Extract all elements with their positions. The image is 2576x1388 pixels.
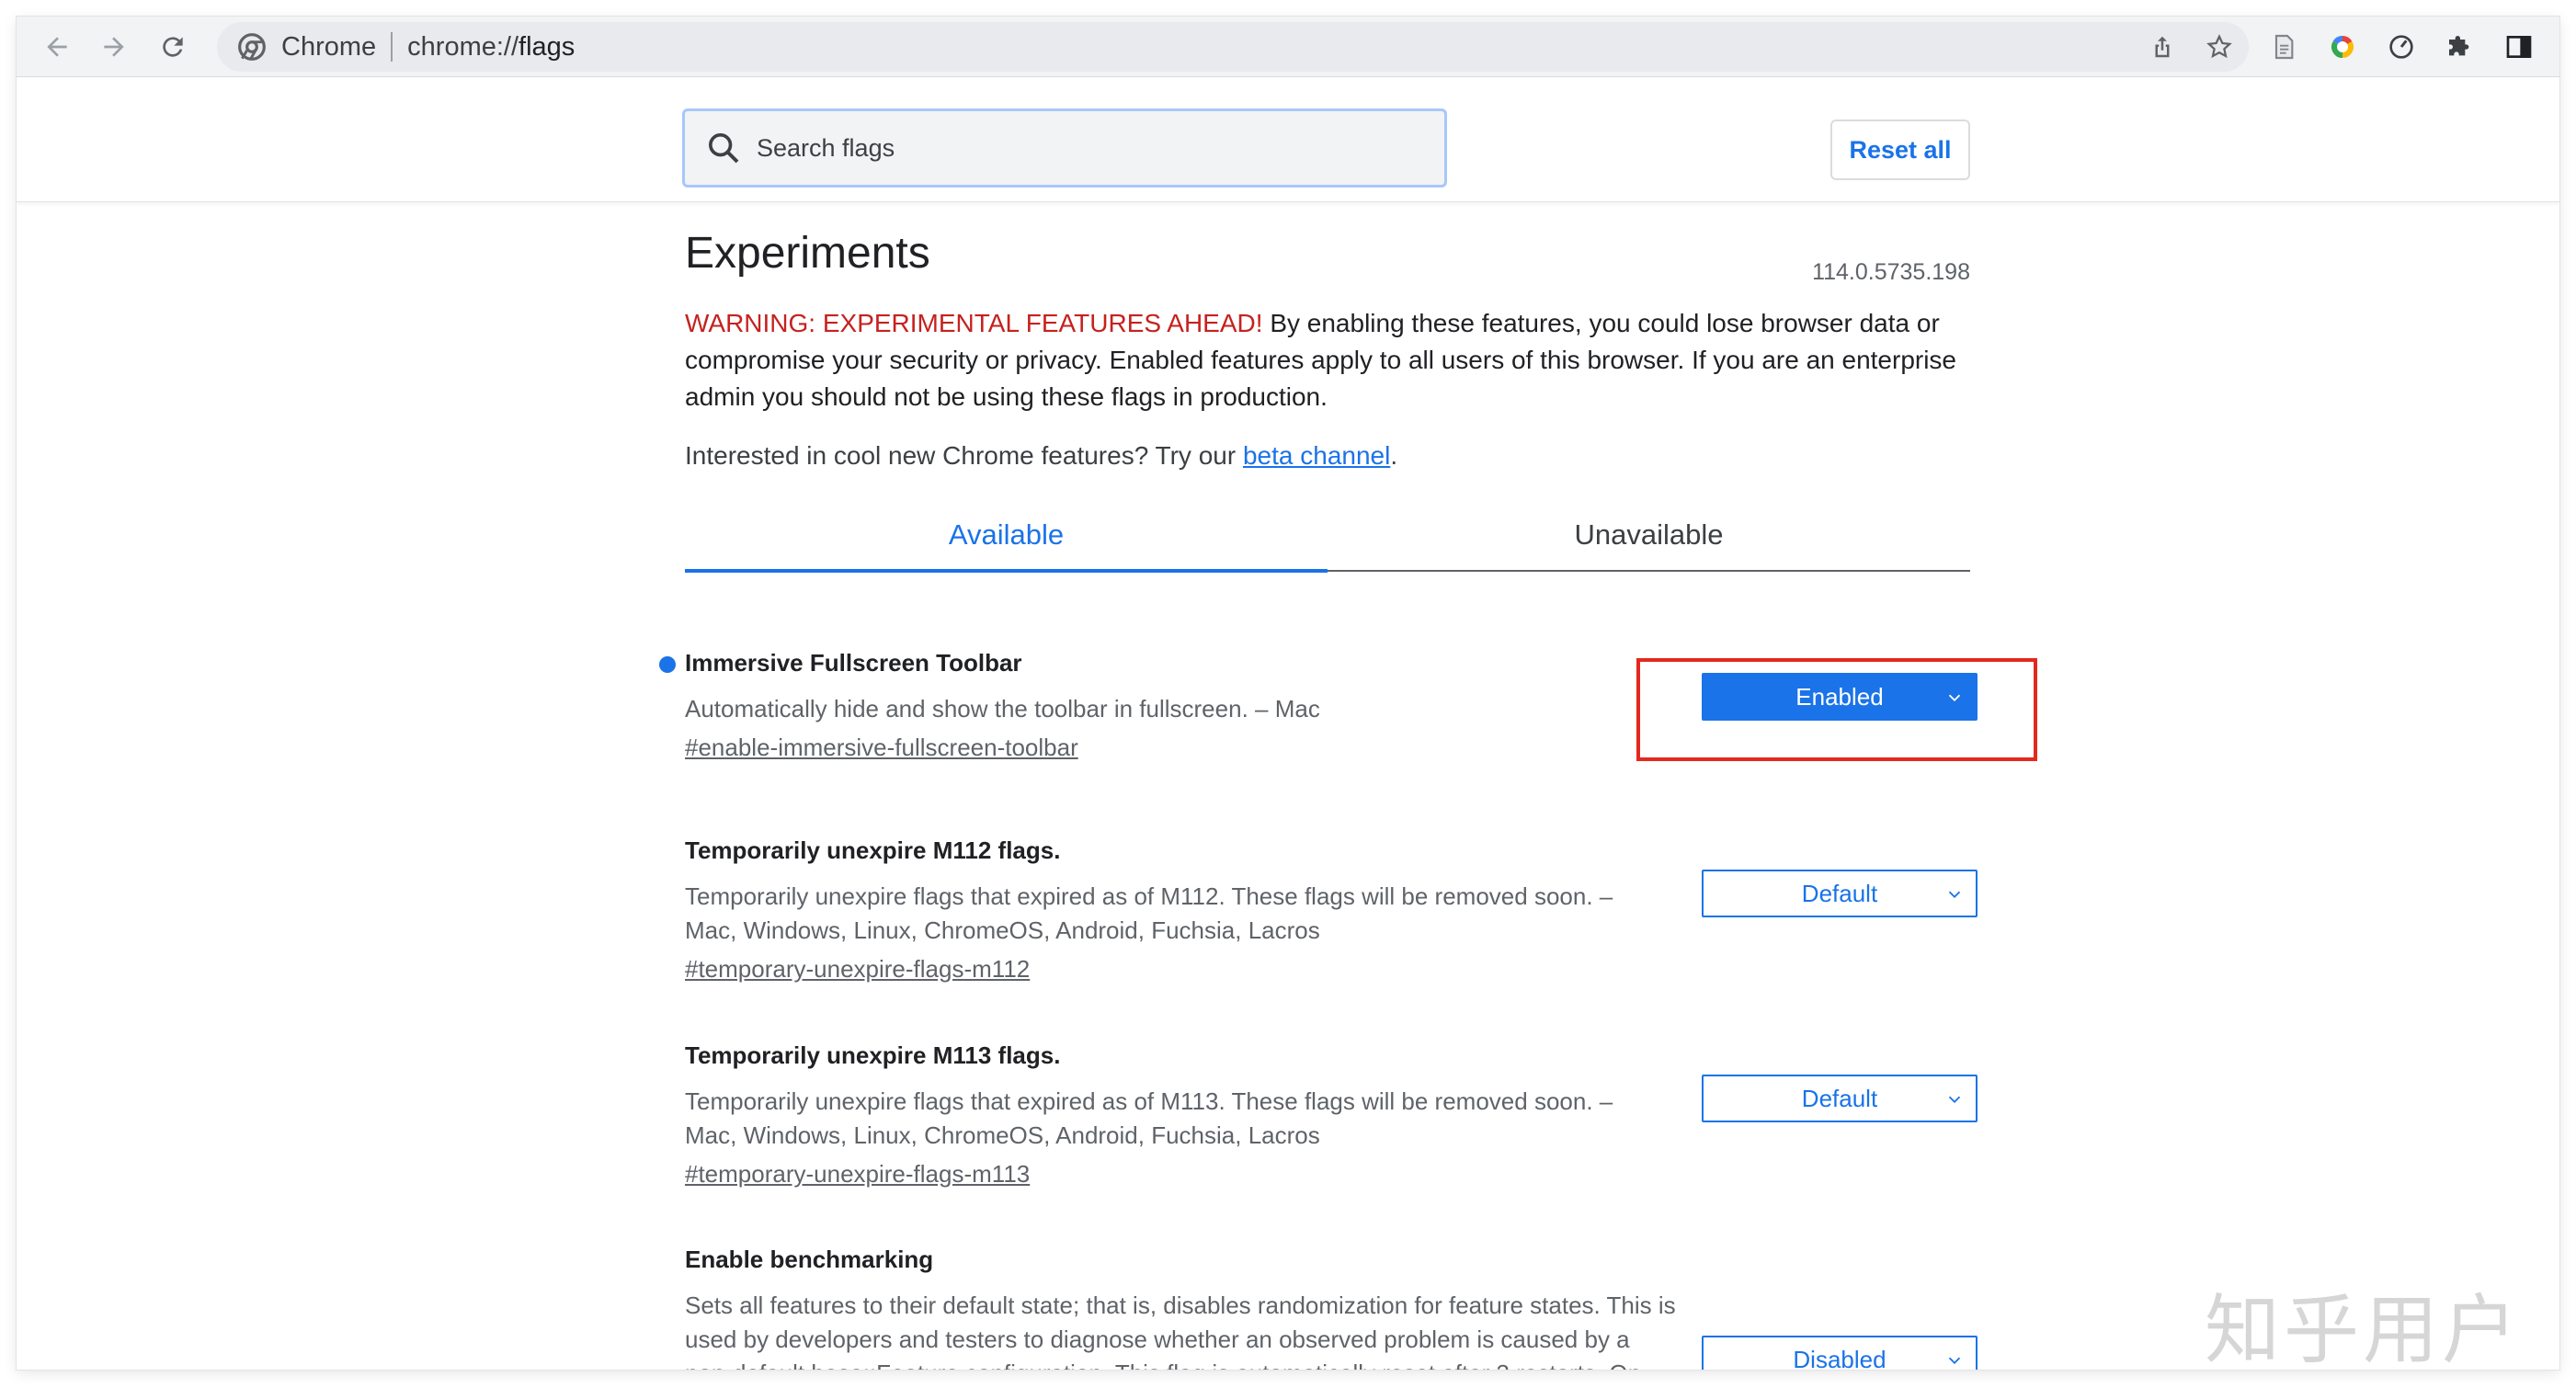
chrome-logo-icon bbox=[238, 33, 266, 61]
flag-description: Temporarily unexpire flags that expired … bbox=[685, 1087, 1613, 1149]
star-icon[interactable] bbox=[2199, 27, 2240, 67]
flag-description: Sets all features to their default state… bbox=[685, 1291, 1676, 1370]
colorful-ring-icon[interactable] bbox=[2322, 27, 2363, 67]
highlight-annotation bbox=[1636, 658, 2037, 761]
chevron-down-icon bbox=[1948, 891, 1961, 899]
flag-title: Enable benchmarking bbox=[685, 1246, 934, 1273]
flag-item: Temporarily unexpire M113 flags. Tempora… bbox=[685, 1041, 1978, 1189]
omnibox-divider bbox=[391, 32, 393, 62]
interest-text: Interested in cool new Chrome features? … bbox=[685, 441, 1970, 471]
flag-item: Enable benchmarking Sets all features to… bbox=[685, 1246, 1978, 1370]
doc-icon[interactable] bbox=[2263, 27, 2304, 67]
flag-select[interactable]: Disabled bbox=[1702, 1336, 1978, 1370]
url-path: flags bbox=[519, 31, 576, 62]
sidepanel-icon[interactable] bbox=[2499, 27, 2539, 67]
flag-link[interactable]: #enable-immersive-fullscreen-toolbar bbox=[685, 734, 1078, 762]
forward-icon[interactable] bbox=[94, 27, 134, 67]
flag-link[interactable]: #temporary-unexpire-flags-m113 bbox=[685, 1160, 1030, 1189]
url-scheme: chrome:// bbox=[407, 31, 519, 62]
tab-unavailable[interactable]: Unavailable bbox=[1328, 506, 1970, 570]
page-title: Experiments bbox=[685, 229, 930, 278]
title-row: Experiments 114.0.5735.198 bbox=[685, 202, 1970, 285]
interest-end: . bbox=[1390, 441, 1398, 470]
flag-select-value: Default bbox=[1801, 879, 1878, 907]
back-icon[interactable] bbox=[37, 27, 77, 67]
warning-text: WARNING: EXPERIMENTAL FEATURES AHEAD! By… bbox=[685, 305, 1970, 415]
flag-select[interactable]: Default bbox=[1702, 1075, 1978, 1122]
version-text: 114.0.5735.198 bbox=[1812, 259, 1970, 285]
flag-select-value: Default bbox=[1801, 1084, 1878, 1112]
reload-icon[interactable] bbox=[153, 27, 193, 67]
search-input[interactable] bbox=[757, 133, 1400, 163]
modified-indicator bbox=[659, 656, 676, 673]
flag-select[interactable]: Default bbox=[1702, 870, 1978, 917]
flag-description: Automatically hide and show the toolbar … bbox=[685, 695, 1320, 722]
flag-select-value: Disabled bbox=[1793, 1345, 1886, 1371]
extensions-icon[interactable] bbox=[2440, 27, 2480, 67]
site-label: Chrome bbox=[281, 31, 377, 62]
main-content: Experiments 114.0.5735.198 WARNING: EXPE… bbox=[659, 202, 1978, 1370]
omnibox[interactable]: Chrome chrome://flags bbox=[217, 22, 2249, 72]
flag-item: Temporarily unexpire M112 flags. Tempora… bbox=[685, 836, 1978, 984]
watermark: 知乎用户 bbox=[2205, 1287, 2522, 1370]
reset-all-button[interactable]: Reset all bbox=[1830, 119, 1970, 180]
search-box[interactable] bbox=[682, 108, 1447, 188]
flag-description: Temporarily unexpire flags that expired … bbox=[685, 882, 1613, 944]
chevron-down-icon bbox=[1948, 1357, 1961, 1365]
chevron-down-icon bbox=[1948, 1096, 1961, 1104]
interest-prefix: Interested in cool new Chrome features? … bbox=[685, 441, 1243, 470]
tab-bar: Available Unavailable bbox=[685, 506, 1970, 573]
tab-available[interactable]: Available bbox=[685, 506, 1328, 573]
speedometer-icon[interactable] bbox=[2381, 27, 2422, 67]
flags-header: Reset all bbox=[17, 77, 2559, 202]
share-icon[interactable] bbox=[2142, 27, 2183, 67]
flag-title: Temporarily unexpire M113 flags. bbox=[685, 1041, 1061, 1069]
warning-label: WARNING: EXPERIMENTAL FEATURES AHEAD! bbox=[685, 309, 1263, 337]
flag-title: Temporarily unexpire M112 flags. bbox=[685, 836, 1061, 864]
search-icon bbox=[709, 133, 739, 164]
browser-toolbar: Chrome chrome://flags bbox=[17, 17, 2559, 77]
url-text: chrome://flags bbox=[407, 32, 575, 63]
flag-link[interactable]: #temporary-unexpire-flags-m112 bbox=[685, 955, 1030, 984]
beta-channel-link[interactable]: beta channel bbox=[1243, 441, 1390, 470]
browser-window: Chrome chrome://flags Search flags Reset… bbox=[17, 17, 2559, 1370]
